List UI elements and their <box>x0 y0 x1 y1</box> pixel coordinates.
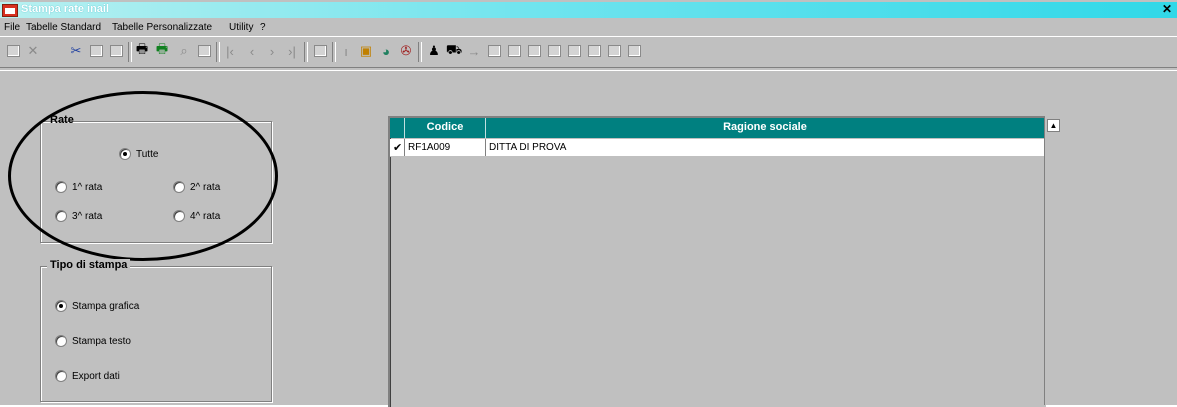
zoom-icon[interactable] <box>312 43 328 59</box>
first-icon[interactable]: |‹ <box>222 43 238 59</box>
toolbar-divider <box>0 67 1177 71</box>
menu-bar: File Tabelle Standard Tabelle Personaliz… <box>0 20 1177 36</box>
cell-codice: RF1A009 <box>408 142 451 153</box>
title-bar: Stampa rate inail ✕ <box>0 2 1177 18</box>
vertical-scrollbar[interactable]: ▲ <box>1044 116 1061 405</box>
cell-ragione-sociale: DITTA DI PROVA <box>489 142 567 153</box>
blank-button-icon[interactable] <box>486 43 502 59</box>
info-icon[interactable]: ı <box>338 43 354 59</box>
application-window: Stampa rate inail ✕ File Tabelle Standar… <box>0 0 1177 407</box>
paste-icon[interactable] <box>108 43 124 59</box>
toolbar-separator <box>304 42 308 62</box>
blank-button-icon[interactable] <box>546 43 562 59</box>
scroll-up-icon[interactable]: ▲ <box>1047 119 1060 132</box>
arrow-icon[interactable]: → <box>466 43 482 59</box>
menu-utility[interactable]: Utility <box>229 22 253 33</box>
last-icon[interactable]: ›| <box>284 43 300 59</box>
radio-dot <box>55 300 67 312</box>
row-check-icon[interactable]: ✔ <box>393 141 402 154</box>
app-icon <box>2 4 18 17</box>
toolbar: ✕ ✂ 🖶 🖶 ⌕ |‹ ‹ › ›| ı ▣ ◕ ✇ ♟ ⛟ → <box>0 36 1177 67</box>
radio-label: Export dati <box>72 370 120 382</box>
close-icon[interactable]: ✕ <box>1161 3 1173 16</box>
menu-tabelle-personalizzate[interactable]: Tabelle Personalizzate <box>112 22 212 33</box>
radio-export-dati[interactable]: Export dati <box>55 370 120 382</box>
tipo-stampa-groupbox: Tipo di stampa Stampa grafica Stampa tes… <box>40 259 272 402</box>
radio-label: Stampa testo <box>72 335 131 347</box>
blank-button-icon[interactable] <box>606 43 622 59</box>
blank-button-icon[interactable] <box>626 43 642 59</box>
column-divider <box>404 139 405 156</box>
menu-file[interactable]: File <box>4 22 20 33</box>
next-icon[interactable]: › <box>264 43 280 59</box>
toolbar-separator <box>128 42 132 62</box>
calculator-icon[interactable]: ▣ <box>358 43 374 59</box>
companies-table: Codice Ragione sociale ✔ RF1A009 DITTA D… <box>388 116 1046 407</box>
highlight-ellipse <box>8 91 278 261</box>
toolbar-separator <box>332 42 336 62</box>
radio-stampa-testo[interactable]: Stampa testo <box>55 335 131 347</box>
table-header: Codice Ragione sociale <box>390 118 1044 138</box>
car-icon[interactable]: ⛟ <box>446 42 462 59</box>
prev-icon[interactable]: ‹ <box>244 43 260 59</box>
print-preview-icon[interactable]: 🖶 <box>154 41 170 59</box>
toolbar-separator <box>216 42 220 62</box>
tools-icon[interactable]: ✇ <box>398 43 414 59</box>
person-icon[interactable]: ♟ <box>426 43 442 59</box>
window-icon[interactable] <box>196 43 212 59</box>
column-divider <box>485 139 486 156</box>
blank-button-icon[interactable] <box>526 43 542 59</box>
table-row[interactable]: ✔ RF1A009 DITTA DI PROVA <box>390 139 1044 157</box>
window-title: Stampa rate inail <box>21 3 110 15</box>
menu-help[interactable]: ? <box>260 22 266 33</box>
radio-dot <box>55 370 67 382</box>
tipo-stampa-group-label: Tipo di stampa <box>47 259 131 271</box>
radio-stampa-grafica[interactable]: Stampa grafica <box>55 300 139 312</box>
delete-icon[interactable]: ✕ <box>25 43 41 59</box>
column-header-ragione-sociale[interactable]: Ragione sociale <box>486 121 1044 133</box>
column-header-codice[interactable]: Codice <box>405 121 485 133</box>
blank-button-icon[interactable] <box>586 43 602 59</box>
toolbar-separator <box>418 42 422 62</box>
cut-icon[interactable]: ✂ <box>68 43 84 59</box>
blank-button-icon[interactable] <box>566 43 582 59</box>
blank-button-icon[interactable] <box>506 43 522 59</box>
globe-icon[interactable]: ◕ <box>378 43 394 59</box>
save-icon[interactable] <box>5 43 21 59</box>
menu-tabelle-standard[interactable]: Tabelle Standard <box>26 22 101 33</box>
copy-icon[interactable] <box>88 43 104 59</box>
radio-label: Stampa grafica <box>72 300 140 312</box>
print-icon[interactable]: 🖶 <box>134 41 150 59</box>
radio-dot <box>55 335 67 347</box>
find-icon[interactable]: ⌕ <box>176 43 192 59</box>
